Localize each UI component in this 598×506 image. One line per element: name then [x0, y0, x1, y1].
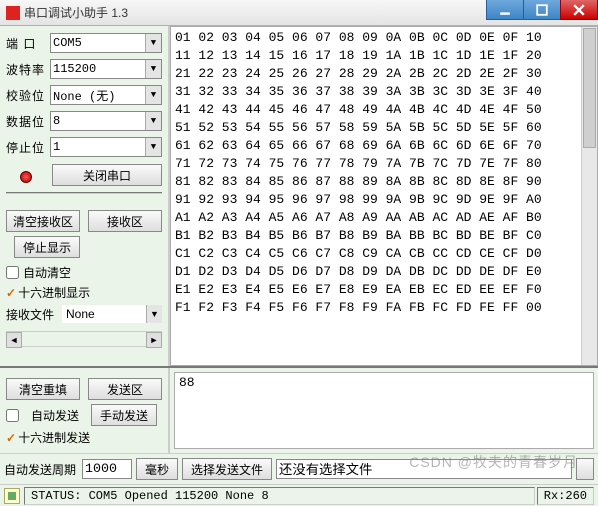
app-icon	[6, 6, 20, 20]
chevron-down-icon[interactable]: ▼	[146, 305, 162, 323]
recv-file-select[interactable]: None ▼	[62, 305, 162, 323]
clear-recv-button[interactable]: 清空接收区	[6, 210, 80, 232]
title-bar: 串口调试小助手 1.3	[0, 0, 598, 26]
config-panel: 端 口 COM5 ▼ 波特率 115200 ▼ 校验位 None (无) ▼ 数…	[0, 26, 170, 366]
parity-select[interactable]: None (无) ▼	[50, 85, 162, 105]
scrollbar-thumb[interactable]	[583, 28, 596, 148]
port-status-led	[20, 171, 32, 183]
send-area-button[interactable]: 发送区	[88, 378, 162, 400]
parity-label: 校验位	[6, 87, 50, 104]
period-label: 自动发送周期	[4, 461, 76, 478]
chevron-down-icon[interactable]: ▼	[145, 112, 161, 130]
maximize-button[interactable]	[523, 0, 561, 20]
auto-clear-label: 自动清空	[23, 264, 71, 281]
recv-file-label: 接收文件	[6, 306, 62, 323]
hex-display-label[interactable]: 十六进制显示	[18, 284, 90, 301]
close-button[interactable]	[560, 0, 598, 20]
extra-button[interactable]	[576, 458, 594, 480]
baud-select[interactable]: 115200 ▼	[50, 59, 162, 79]
port-select[interactable]: COM5 ▼	[50, 33, 162, 53]
stop-display-button[interactable]: 停止显示	[14, 236, 80, 258]
send-textarea[interactable]: 88	[174, 372, 594, 449]
status-icon	[4, 488, 20, 504]
minimize-button[interactable]	[486, 0, 524, 20]
recv-area-button[interactable]: 接收区	[88, 210, 162, 232]
choose-file-button[interactable]: 选择发送文件	[182, 458, 272, 480]
period-input[interactable]	[82, 459, 132, 479]
scroll-left-icon[interactable]: ◄	[6, 332, 22, 348]
chevron-down-icon[interactable]: ▼	[145, 86, 161, 104]
period-unit-button[interactable]: 毫秒	[136, 458, 178, 480]
baud-label: 波特率	[6, 61, 50, 78]
status-bar: STATUS: COM5 Opened 115200 None 8 Rx:260	[0, 484, 598, 506]
clear-resend-button[interactable]: 清空重填	[6, 378, 80, 400]
vertical-scrollbar[interactable]	[581, 27, 597, 365]
port-label: 端 口	[6, 35, 50, 52]
file-path-input[interactable]	[276, 459, 572, 479]
receive-textarea[interactable]: 01 02 03 04 05 06 07 08 09 0A 0B 0C 0D 0…	[170, 26, 598, 366]
scroll-right-icon[interactable]: ►	[146, 332, 162, 348]
databits-label: 数据位	[6, 113, 50, 130]
window-title: 串口调试小助手 1.3	[24, 4, 128, 21]
send-config-panel: 清空重填 发送区 自动发送 手动发送 ✓ 十六进制发送	[0, 368, 170, 453]
status-text: STATUS: COM5 Opened 115200 None 8	[24, 487, 535, 505]
chevron-down-icon[interactable]: ▼	[145, 138, 161, 156]
stopbits-label: 停止位	[6, 139, 50, 156]
close-port-button[interactable]: 关闭串口	[52, 164, 162, 186]
databits-select[interactable]: 8 ▼	[50, 111, 162, 131]
chevron-down-icon[interactable]: ▼	[145, 60, 161, 78]
auto-send-label: 自动发送	[31, 407, 79, 424]
rx-counter: Rx:260	[537, 487, 594, 505]
hex-send-label[interactable]: 十六进制发送	[18, 429, 90, 446]
manual-send-button[interactable]: 手动发送	[91, 404, 157, 426]
auto-clear-checkbox[interactable]	[6, 266, 19, 279]
stopbits-select[interactable]: 1 ▼	[50, 137, 162, 157]
chevron-down-icon[interactable]: ▼	[145, 34, 161, 52]
auto-send-checkbox[interactable]	[6, 409, 19, 422]
